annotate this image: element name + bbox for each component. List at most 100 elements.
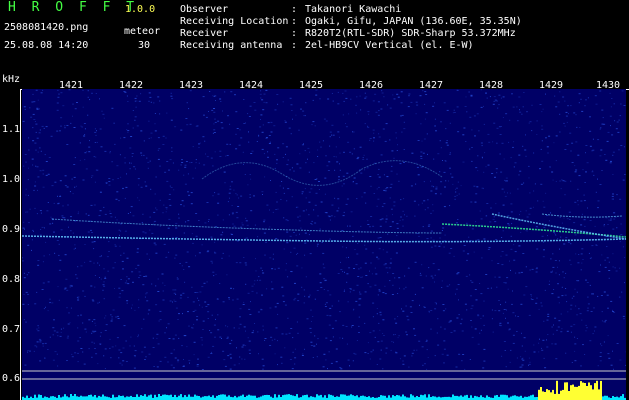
noise-speck	[529, 192, 531, 194]
noise-speck	[124, 197, 126, 199]
noise-speck	[339, 367, 342, 369]
noise-speck	[166, 161, 169, 162]
noise-speck	[25, 194, 27, 196]
noise-speck	[288, 332, 291, 334]
noise-speck	[542, 256, 545, 258]
noise-speck	[444, 186, 446, 188]
level-bar	[538, 389, 540, 400]
noise-speck	[23, 272, 25, 274]
noise-speck	[205, 306, 208, 307]
noise-speck	[519, 109, 520, 111]
noise-speck	[510, 235, 512, 237]
noise-speck	[606, 140, 609, 142]
noise-speck	[67, 204, 69, 206]
noise-speck	[229, 197, 230, 199]
noise-speck	[339, 152, 341, 154]
noise-speck	[574, 165, 576, 167]
noise-speck	[274, 268, 276, 270]
noise-speck	[396, 150, 398, 151]
noise-speck	[182, 292, 185, 294]
noise-speck	[440, 243, 442, 245]
level-bar	[150, 394, 152, 400]
noise-speck	[610, 125, 611, 127]
noise-speck	[74, 247, 76, 249]
noise-speck	[322, 366, 325, 368]
noise-speck	[353, 268, 355, 269]
noise-speck	[170, 119, 173, 121]
noise-speck	[287, 220, 289, 222]
noise-speck	[379, 219, 382, 221]
noise-speck	[149, 216, 151, 218]
noise-speck	[184, 281, 186, 283]
noise-speck	[280, 356, 283, 358]
noise-speck	[494, 99, 497, 101]
noise-speck	[378, 176, 381, 178]
noise-speck	[364, 291, 367, 293]
noise-speck	[462, 354, 465, 355]
noise-speck	[375, 273, 378, 275]
noise-speck	[518, 96, 521, 98]
noise-speck	[401, 131, 403, 133]
noise-speck	[484, 152, 486, 154]
noise-speck	[157, 278, 159, 280]
noise-speck	[445, 180, 447, 182]
noise-speck	[587, 296, 589, 298]
noise-speck	[600, 127, 602, 129]
noise-speck	[607, 224, 609, 225]
noise-speck	[358, 316, 360, 318]
noise-speck	[571, 297, 573, 299]
noise-speck	[609, 162, 612, 164]
noise-speck	[497, 107, 499, 109]
noise-speck	[281, 333, 284, 335]
noise-speck	[401, 308, 402, 310]
noise-speck	[32, 229, 34, 231]
level-bar	[424, 394, 426, 400]
noise-speck	[454, 195, 457, 197]
noise-speck	[415, 113, 417, 115]
noise-speck	[339, 311, 341, 313]
noise-speck	[164, 171, 167, 173]
noise-speck	[582, 344, 584, 346]
noise-speck	[42, 261, 44, 263]
noise-speck	[501, 142, 504, 144]
noise-speck	[419, 95, 422, 97]
noise-speck	[150, 137, 152, 139]
noise-speck	[270, 121, 273, 123]
noise-speck	[377, 258, 380, 260]
noise-speck	[434, 274, 436, 276]
noise-speck	[258, 135, 260, 137]
noise-speck	[483, 360, 486, 362]
noise-speck	[62, 105, 65, 107]
level-bar	[98, 395, 100, 400]
noise-speck	[244, 262, 247, 264]
noise-speck	[42, 173, 44, 175]
noise-speck	[421, 287, 424, 289]
noise-speck	[281, 362, 283, 364]
noise-speck	[379, 329, 381, 331]
noise-speck	[193, 354, 195, 356]
noise-speck	[161, 273, 164, 275]
noise-speck	[526, 230, 528, 232]
noise-speck	[217, 193, 220, 195]
noise-speck	[348, 267, 351, 269]
noise-speck	[610, 364, 613, 366]
noise-speck	[570, 264, 572, 266]
noise-speck	[91, 232, 93, 233]
noise-speck	[418, 340, 421, 342]
noise-speck	[597, 200, 600, 202]
noise-speck	[575, 114, 577, 116]
noise-speck	[181, 265, 183, 267]
noise-speck	[325, 337, 328, 339]
noise-speck	[578, 254, 580, 255]
noise-speck	[61, 217, 64, 219]
noise-speck	[110, 320, 113, 322]
noise-speck	[496, 100, 498, 102]
noise-speck	[385, 352, 387, 354]
noise-speck	[477, 315, 480, 317]
noise-speck	[555, 160, 557, 162]
noise-speck	[271, 339, 273, 341]
noise-speck	[122, 347, 125, 349]
noise-speck	[241, 224, 244, 226]
noise-speck	[159, 319, 162, 321]
level-bar	[454, 395, 456, 400]
